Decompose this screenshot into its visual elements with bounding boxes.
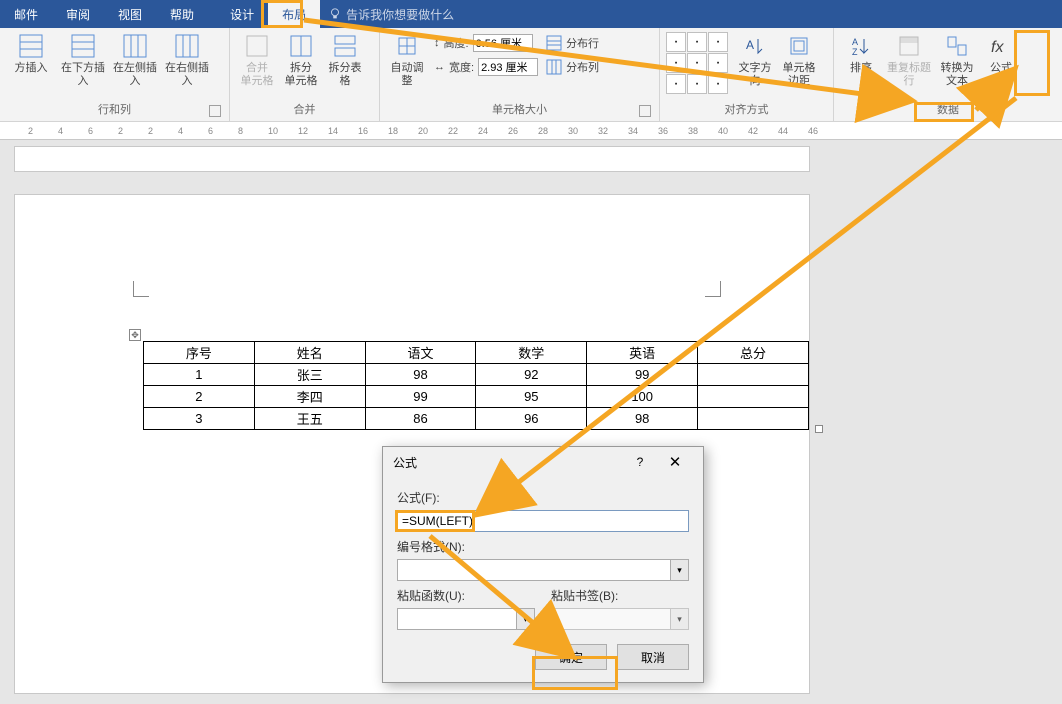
table-header[interactable]: 姓名 [254,342,365,364]
margin-corner-tl [133,281,149,297]
distribute-rows-button[interactable]: 分布行 [546,32,599,54]
ruler[interactable]: 2462246810121416182022242628303234363840… [0,122,1062,140]
formula-label: 公式(F): [397,489,689,506]
paste-bookmark-select: ▾ [551,608,689,630]
tab-mail[interactable]: 邮件 [0,0,52,28]
number-format-select[interactable]: ▾ [397,559,689,581]
text-direction-button[interactable]: A文字方向 [734,32,776,88]
ok-button[interactable]: 确定 [535,644,607,670]
autofit-button[interactable]: 自动调整 [386,32,428,88]
dialog-close-button[interactable]: ✕ [655,450,695,474]
margin-corner-tr [705,281,721,297]
cancel-button[interactable]: 取消 [617,644,689,670]
dialog-title: 公式 [393,454,625,471]
formula-dialog: 公式 ? ✕ 公式(F): 编号格式(N): ▾ 粘贴函数(U): ▾ 粘贴书签… [382,446,704,683]
height-input[interactable] [473,34,533,52]
table-move-handle[interactable]: ✥ [129,329,141,341]
chevron-down-icon: ▾ [670,560,688,580]
table-header[interactable]: 总分 [698,342,809,364]
page-previous [14,146,810,172]
paste-function-select[interactable]: ▾ [397,608,535,630]
height-icon: ↕ [434,37,440,49]
paste-function-label: 粘贴函数(U): [397,587,535,604]
data-table[interactable]: 序号姓名语文数学英语总分1张三9892992李四99951003王五869698 [143,341,809,430]
table-row[interactable]: 2李四9995100 [144,386,809,408]
chevron-down-icon: ▾ [516,609,534,629]
dialog-help-button[interactable]: ? [625,455,655,469]
cell-size-launcher[interactable] [639,105,651,117]
number-format-label: 编号格式(N): [397,538,689,555]
group-rows-cols: 行和列 [6,98,223,121]
formula-button[interactable]: fx公式 [980,32,1022,75]
table-header[interactable]: 语文 [365,342,476,364]
split-table-button[interactable]: 拆分表格 [324,32,366,88]
table-resize-handle[interactable] [815,425,823,433]
insert-above-button[interactable]: 方插入 [6,32,56,75]
bulb-icon [328,7,342,21]
tab-help[interactable]: 帮助 [156,0,208,28]
repeat-header-button[interactable]: 重复标题行 [884,32,934,88]
insert-below-button[interactable]: 在下方插入 [58,32,108,88]
table-header[interactable]: 英语 [587,342,698,364]
rows-cols-launcher[interactable] [209,105,221,117]
ribbon: 方插入 在下方插入 在左侧插入 在右侧插入 行和列 合并 单元格 拆分 单元格 … [0,28,1062,122]
tab-layout[interactable]: 布局 [268,0,320,28]
group-merge: 合并 [236,98,373,121]
tell-me-search[interactable]: 告诉我你想要做什么 [320,0,454,28]
table-row[interactable]: 3王五869698 [144,408,809,430]
width-input[interactable] [478,58,538,76]
table-header[interactable]: 序号 [144,342,255,364]
tab-view[interactable]: 视图 [104,0,156,28]
split-cells-button[interactable]: 拆分 单元格 [280,32,322,88]
cell-margin-button[interactable]: 单元格 边距 [778,32,820,88]
insert-right-button[interactable]: 在右侧插入 [162,32,212,88]
table-row[interactable]: 1张三989299 [144,364,809,386]
group-cell-size: 单元格大小 [386,98,653,121]
svg-text:Z: Z [852,47,858,57]
tab-review[interactable]: 审阅 [52,0,104,28]
svg-text:fx: fx [991,39,1004,56]
chevron-down-icon: ▾ [670,609,688,629]
svg-text:A: A [852,37,858,47]
group-data: 数据 [840,98,1056,121]
paste-bookmark-label: 粘贴书签(B): [551,587,689,604]
width-icon: ↔ [434,61,445,73]
insert-left-button[interactable]: 在左侧插入 [110,32,160,88]
formula-input[interactable] [397,510,689,532]
svg-text:A: A [746,38,754,52]
tab-design[interactable]: 设计 [208,0,268,28]
group-alignment: 对齐方式 [666,98,827,121]
sort-button[interactable]: AZ排序 [840,32,882,75]
table-header[interactable]: 数学 [476,342,587,364]
alignment-grid[interactable]: ········· [666,32,728,94]
convert-text-button[interactable]: 转换为文本 [936,32,978,88]
merge-cells-button[interactable]: 合并 单元格 [236,32,278,88]
distribute-cols-button[interactable]: 分布列 [546,56,599,78]
